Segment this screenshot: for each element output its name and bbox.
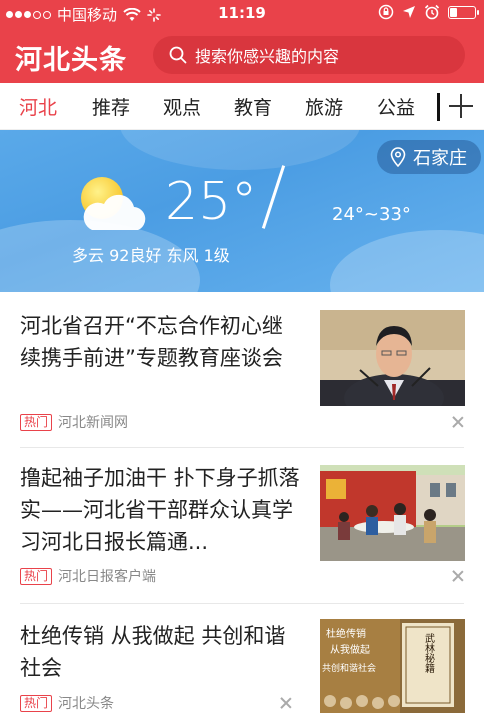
news-source: 河北新闻网: [58, 415, 129, 431]
tab-hebei[interactable]: 河北: [19, 93, 57, 120]
status-bar: 中国移动 11:19: [0, 0, 484, 27]
tab-travel[interactable]: 旅游: [305, 93, 343, 120]
alarm-icon: [424, 4, 440, 20]
news-source: 河北头条: [58, 696, 115, 712]
news-item[interactable]: 河北省召开“不忘合作初心继续携手前进”专题教育座谈会 热门 河北新闻网: [0, 292, 484, 448]
temp-divider: [261, 165, 286, 229]
news-item[interactable]: 杜绝传销 从我做起 共创和谐社会 武林秘籍 杜绝传销 从我做起 共创和谐社会 热…: [0, 604, 484, 713]
tab-recommend[interactable]: 推荐: [92, 93, 130, 120]
tab-education[interactable]: 教育: [234, 93, 272, 120]
location-pin-icon: [390, 147, 406, 167]
temperature-value: 25°: [165, 172, 258, 232]
add-tab-icon[interactable]: [448, 93, 474, 119]
app-header: 河北头条 搜索你感兴趣的内容: [0, 27, 484, 83]
poster-book-title: 武林秘籍: [423, 632, 435, 673]
temperature-range: 24°~33°: [332, 204, 411, 225]
hot-badge: 热门: [20, 413, 53, 431]
news-title[interactable]: 杜绝传销 从我做起 共创和谐社会: [20, 620, 302, 684]
hot-badge: 热门: [20, 694, 53, 712]
location-button[interactable]: 石家庄: [377, 140, 481, 174]
tab-opinion[interactable]: 观点: [163, 93, 201, 120]
speaker-photo: [320, 310, 465, 406]
news-title[interactable]: 河北省召开“不忘合作初心继续携手前进”专题教育座谈会: [20, 310, 302, 374]
news-source: 河北日报客户端: [58, 569, 157, 585]
news-thumbnail[interactable]: [320, 310, 465, 406]
tab-charity[interactable]: 公益: [377, 93, 415, 120]
news-thumbnail[interactable]: [320, 465, 465, 561]
poster-line-3: 共创和谐社会: [322, 662, 376, 674]
category-tabs: 河北 推荐 观点 教育 旅游 公益: [0, 83, 484, 130]
dismiss-icon[interactable]: [452, 416, 464, 428]
search-placeholder: 搜索你感兴趣的内容: [195, 47, 340, 66]
news-meta: 热门 河北新闻网: [20, 412, 128, 432]
status-right: [378, 4, 479, 20]
poster-line-2: 从我做起: [330, 643, 370, 656]
poster-photo: 武林秘籍 杜绝传销 从我做起 共创和谐社会: [320, 619, 465, 713]
news-title[interactable]: 撸起袖子加油干 扑下身子抓落实——河北省干部群众认真学习河北日报长篇通...: [20, 462, 302, 558]
search-input[interactable]: 搜索你感兴趣的内容: [153, 36, 465, 74]
tab-overflow-edge: [437, 93, 440, 121]
news-item[interactable]: 撸起袖子加油干 扑下身子抓落实——河北省干部群众认真学习河北日报长篇通... 热…: [0, 448, 484, 604]
poster-line-1: 杜绝传销: [326, 627, 366, 640]
news-thumbnail[interactable]: 武林秘籍 杜绝传销 从我做起 共创和谐社会: [320, 619, 465, 713]
battery-icon: [448, 5, 479, 19]
app-logo: 河北头条: [15, 45, 127, 76]
dismiss-icon[interactable]: [280, 697, 292, 709]
partly-cloudy-icon: [81, 177, 146, 230]
news-meta: 热门 河北头条: [20, 693, 114, 713]
hot-badge: 热门: [20, 567, 53, 585]
location-arrow-icon: [403, 6, 415, 18]
location-label: 石家庄: [413, 148, 467, 169]
search-icon: [169, 46, 187, 64]
community-meeting-photo: [320, 465, 465, 561]
news-meta: 热门 河北日报客户端: [20, 566, 156, 586]
rotation-lock-icon: [378, 4, 394, 20]
weather-card[interactable]: 石家庄 25° 24°~33° 多云 92良好 东风 1级: [0, 130, 484, 292]
dismiss-icon[interactable]: [452, 570, 464, 582]
weather-condition: 多云 92良好 东风 1级: [72, 246, 230, 265]
